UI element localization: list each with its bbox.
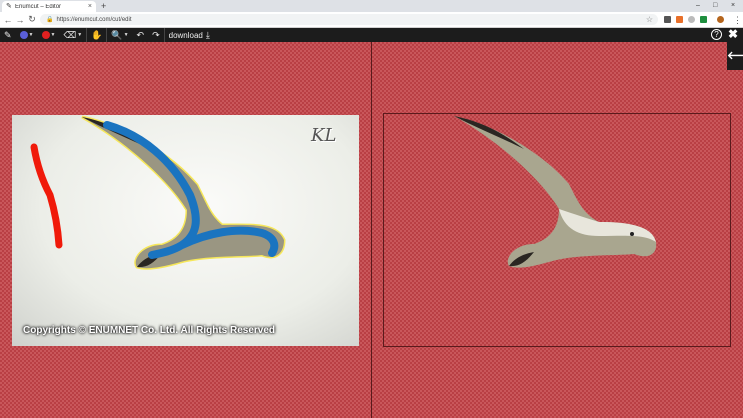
result-preview-frame[interactable] [383,113,731,347]
eraser-button[interactable]: ⌫ ▼ [59,28,86,42]
extension-icon[interactable] [676,16,683,23]
chevron-down-icon: ▼ [77,32,83,38]
download-icon: ⤓ [205,29,210,40]
browser-address-bar: ← → ↻ 🔒 https://enumcut.com/cut/edit ☆ ⋮ [0,12,743,28]
seagull-cutout-illustration [454,116,657,268]
browser-tabstrip: ✎ Enumcut – Editor × + – □ × [0,0,743,12]
back-arrow-icon[interactable]: ← [2,15,14,25]
editor-toolbar: ✎ ▼ ▼ ⌫ ▼ ✋ 🔍 ▼ ↶ ↷ download ⤓ [0,28,743,42]
brush-icon: ✎ [4,29,12,40]
hand-icon: ✋ [91,29,103,40]
minimize-button[interactable]: – [696,1,700,10]
undo-button[interactable]: ↶ [133,28,149,42]
extension-icon[interactable] [700,16,707,23]
panel-divider [371,42,372,418]
url-text: https://enumcut.com/cut/edit [56,16,132,23]
seagull-source-illustration [30,115,286,270]
pen-favicon-icon: ✎ [6,2,12,10]
chevron-down-icon: ▼ [50,32,56,38]
redo-icon: ↷ [152,29,160,40]
maximize-button[interactable]: □ [713,1,717,10]
remove-color-swatch [41,31,50,39]
chevron-down-icon: ▼ [123,32,129,38]
reload-icon[interactable]: ↻ [26,14,38,25]
forward-arrow-icon[interactable]: → [14,15,26,25]
pan-tool-button[interactable]: ✋ [87,28,106,42]
lock-icon: 🔒 [46,17,54,23]
brush-tool-button[interactable]: ✎ [0,28,16,42]
zoom-button[interactable]: 🔍 ▼ [107,28,132,42]
new-tab-button[interactable]: + [101,1,106,11]
eraser-icon: ⌫ [63,29,77,40]
sidebar-toggle-button[interactable]: 🡐 [727,42,743,70]
download-button[interactable]: download ⤓ [165,28,214,42]
bookmark-star-icon[interactable]: ☆ [646,15,653,24]
keep-brush-button[interactable]: ▼ [16,28,38,42]
copyright-text: Copyrights © ENUMNET Co. Ltd. All Rights… [23,325,276,336]
browser-tab[interactable]: ✎ Enumcut – Editor × [2,1,96,12]
window-close-button[interactable]: × [731,1,735,10]
close-editor-button[interactable]: ✖ [728,27,738,41]
redo-button[interactable]: ↷ [148,28,164,42]
url-field[interactable]: 🔒 https://enumcut.com/cut/edit ☆ [40,14,658,25]
watermark-signature: KL [311,125,337,146]
download-label: download [168,30,203,40]
remove-brush-button[interactable]: ▼ [38,28,60,42]
profile-avatar[interactable] [717,16,724,23]
extension-icon[interactable] [688,16,695,23]
source-image-canvas[interactable]: KL Copyrights © ENUMNET Co. Ltd. All Rig… [12,115,359,346]
tab-title: Enumcut – Editor [15,3,62,10]
keep-color-swatch [19,31,28,39]
undo-icon: ↶ [136,29,145,40]
chevron-down-icon: ▼ [28,32,34,38]
help-button[interactable]: ? [711,29,722,40]
tab-close-icon[interactable]: × [88,3,92,10]
extension-icon[interactable] [664,16,671,23]
browser-menu-icon[interactable]: ⋮ [733,15,742,26]
zoom-icon: 🔍 [111,29,123,40]
